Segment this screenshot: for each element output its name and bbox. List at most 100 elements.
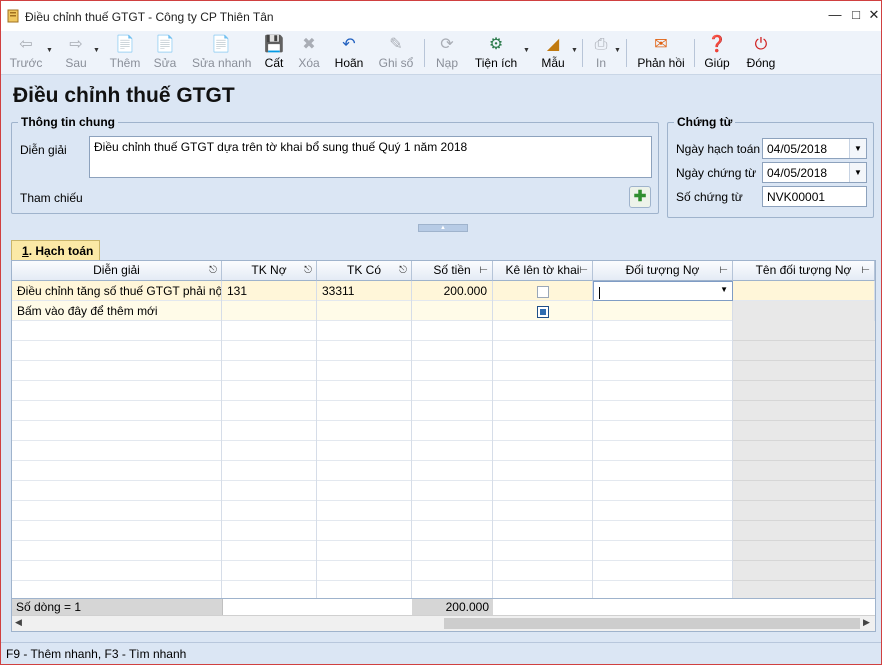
scroll-left-icon[interactable]: ◀ — [15, 617, 22, 628]
column-label: TK Nợ — [251, 263, 287, 277]
scroll-right-icon[interactable]: ▶ — [863, 617, 870, 628]
cell-empty[interactable] — [593, 301, 733, 321]
horizontal-scrollbar[interactable]: ◀ ▶ — [12, 615, 875, 631]
scroll-thumb[interactable] — [444, 618, 860, 629]
delete-icon: ✖ — [302, 36, 316, 53]
pin-icon[interactable]: ⎋ — [399, 261, 407, 280]
close-window-button[interactable]: ✕ — [864, 6, 882, 24]
new-row-prompt[interactable]: Bấm vào đây để thêm mới — [12, 301, 222, 321]
new-row[interactable]: Bấm vào đây để thêm mới — [12, 301, 875, 321]
cell-debit-object-name[interactable] — [733, 281, 875, 301]
chevron-down-icon[interactable]: ▼ — [849, 163, 866, 182]
feedback-button[interactable]: ✉ Phản hồi — [635, 33, 687, 73]
voucher-no-input[interactable]: NVK00001 — [762, 186, 867, 207]
cell-empty — [412, 561, 493, 581]
cell-empty[interactable] — [222, 301, 317, 321]
cell-description[interactable]: Điều chỉnh tăng số thuế GTGT phải nộp — [12, 281, 222, 301]
toolbar: ⇦ Trước ▼ ⇨ Sau ▼ 📄 Thêm 📄 Sửa 📄 Sửa nha… — [1, 31, 881, 75]
help-button[interactable]: ❓ Giúp — [703, 33, 731, 73]
pin-icon[interactable]: ⊢ — [861, 261, 870, 280]
pin-icon[interactable]: ⊢ — [479, 261, 488, 280]
undo-button[interactable]: ↶ Hoãn — [333, 33, 365, 73]
chevron-down-icon[interactable]: ▼ — [571, 47, 578, 54]
column-label: TK Có — [346, 263, 381, 277]
cell-declare[interactable] — [493, 301, 593, 321]
cell-empty — [593, 541, 733, 561]
close-button[interactable]: ⏻ Đóng — [744, 33, 778, 73]
reload-button[interactable]: ⟳ Nạp — [433, 33, 461, 73]
declare-checkbox[interactable] — [536, 305, 549, 318]
cell-empty — [222, 541, 317, 561]
cell-empty — [12, 541, 222, 561]
column-header-credit[interactable]: TK Có ⎋ — [317, 261, 412, 281]
add-reference-button[interactable]: ✚ — [629, 186, 651, 208]
pin-icon[interactable]: ⊢ — [579, 261, 588, 280]
cell-declare[interactable] — [493, 281, 593, 301]
cell-empty — [317, 361, 412, 381]
column-header-description[interactable]: Diễn giải ⎋ — [12, 261, 222, 281]
cell-credit[interactable]: 33311 — [317, 281, 412, 301]
template-button[interactable]: ◢ Mẫu — [539, 33, 567, 73]
cell-debit-object[interactable]: ▼ — [593, 281, 733, 301]
column-header-amount[interactable]: Số tiền ⊢ — [412, 261, 493, 281]
tab-accounting[interactable]: 1. Hạch toán — [11, 240, 100, 261]
cell-empty — [317, 341, 412, 361]
column-header-debit-object[interactable]: Đối tượng Nợ ⊢ — [593, 261, 733, 281]
chevron-down-icon[interactable]: ▼ — [849, 139, 866, 158]
cell-empty — [593, 361, 733, 381]
column-header-debit-object-name[interactable]: Tên đối tượng Nợ ⊢ — [733, 261, 875, 281]
cell-empty — [412, 321, 493, 341]
pin-icon[interactable]: ⎋ — [209, 261, 217, 280]
next-button[interactable]: ⇨ Sau — [61, 33, 91, 73]
collapse-handle[interactable]: ▲ — [418, 224, 468, 232]
cell-empty — [493, 481, 593, 501]
declare-checkbox[interactable] — [536, 285, 549, 298]
cell-empty[interactable] — [412, 301, 493, 321]
chevron-down-icon[interactable]: ▼ — [720, 285, 728, 294]
chevron-up-icon: ▲ — [440, 225, 446, 231]
chevron-down-icon[interactable]: ▼ — [614, 47, 621, 54]
cell-empty — [222, 561, 317, 581]
add-button[interactable]: 📄 Thêm — [108, 33, 142, 73]
cell-empty — [493, 421, 593, 441]
table-row[interactable]: Điều chỉnh tăng số thuế GTGT phải nộp 13… — [12, 281, 875, 301]
voucher-date-field[interactable]: 04/05/2018 ▼ — [762, 162, 867, 183]
cell-amount[interactable]: 200.000 — [412, 281, 493, 301]
chevron-down-icon[interactable]: ▼ — [46, 47, 53, 54]
delete-button[interactable]: ✖ Xóa — [297, 33, 321, 73]
cell-debit[interactable]: 131 — [222, 281, 317, 301]
column-header-debit[interactable]: TK Nợ ⎋ — [222, 261, 317, 281]
print-button[interactable]: ⎙ In — [589, 33, 613, 73]
column-label: Đối tượng Nợ — [625, 263, 700, 277]
maximize-button[interactable]: □ — [846, 6, 866, 24]
edit-document-icon: 📄 — [155, 36, 175, 53]
chevron-down-icon[interactable]: ▼ — [93, 47, 100, 54]
edit-button[interactable]: 📄 Sửa — [152, 33, 178, 73]
column-label: Diễn giải — [93, 263, 140, 277]
posting-date-field[interactable]: 04/05/2018 ▼ — [762, 138, 867, 159]
column-header-declare[interactable]: Kê lên tờ khai ⊢ — [493, 261, 593, 281]
cell-empty — [222, 401, 317, 421]
cell-empty[interactable] — [317, 301, 412, 321]
cell-empty — [412, 521, 493, 541]
pin-icon[interactable]: ⊢ — [719, 261, 728, 280]
status-bar: F9 - Thêm nhanh, F3 - Tìm nhanh — [1, 642, 881, 664]
save-button[interactable]: 💾 Cất — [262, 33, 286, 73]
prev-button[interactable]: ⇦ Trước — [7, 33, 45, 73]
posting-date-value: 04/05/2018 — [767, 142, 828, 156]
description-input[interactable]: Điều chỉnh thuế GTGT dựa trên tờ khai bổ… — [89, 136, 652, 178]
arrow-left-icon: ⇦ — [19, 36, 33, 53]
quick-edit-button[interactable]: 📄 Sửa nhanh — [192, 33, 251, 73]
post-button[interactable]: ✎ Ghi sổ — [377, 33, 415, 73]
cell-empty — [12, 441, 222, 461]
pin-icon[interactable]: ⎋ — [304, 261, 312, 280]
toolbar-separator — [694, 39, 695, 67]
cell-empty — [593, 381, 733, 401]
cell-empty — [317, 421, 412, 441]
minimize-button[interactable]: — — [825, 6, 845, 24]
cell-empty — [12, 381, 222, 401]
utilities-button[interactable]: ⚙ Tiện ích — [473, 33, 519, 73]
cell-empty — [222, 421, 317, 441]
undo-icon: ↶ — [342, 36, 356, 53]
chevron-down-icon[interactable]: ▼ — [523, 47, 530, 54]
